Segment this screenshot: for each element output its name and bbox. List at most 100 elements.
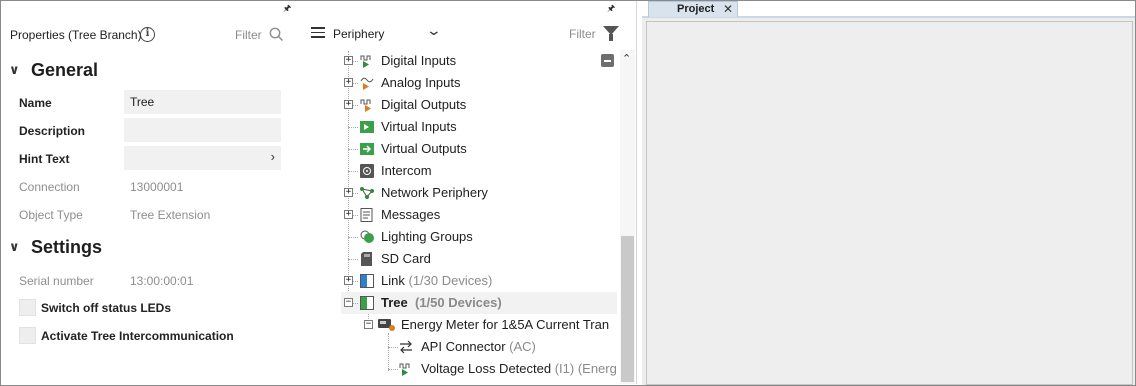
tree-item-label-group: Tree (1/50 Devices) bbox=[381, 295, 502, 310]
collapse-icon[interactable]: − bbox=[364, 320, 373, 329]
section-settings[interactable]: ∨ Settings bbox=[9, 237, 102, 258]
tree-item-label: Energy Meter for 1&5A Current Tran bbox=[401, 317, 610, 332]
expand-icon[interactable]: + bbox=[344, 276, 353, 285]
object-type-value: Tree Extension bbox=[130, 208, 211, 222]
tree-item-tree[interactable]: − Tree (1/50 Devices) bbox=[341, 292, 617, 314]
tree-item-label-group: API Connector (AC) bbox=[421, 339, 536, 354]
project-canvas[interactable] bbox=[646, 21, 1133, 385]
description-label: Description bbox=[19, 124, 86, 138]
device-count: (1/30 Devices) bbox=[408, 273, 493, 288]
serial-number-value: 13:00:00:01 bbox=[130, 274, 194, 288]
tab-project[interactable]: Project ✕ bbox=[648, 1, 738, 17]
tree-item-api-connector[interactable]: API Connector (AC) bbox=[381, 336, 617, 358]
tree-item-digital-inputs[interactable]: + Digital Inputs bbox=[341, 50, 617, 72]
analog-inputs-icon bbox=[360, 77, 374, 90]
virtual-outputs-icon bbox=[360, 143, 374, 155]
collapse-icon[interactable]: − bbox=[344, 298, 353, 307]
scroll-thumb[interactable] bbox=[621, 236, 634, 382]
connector-code: (AC) bbox=[509, 339, 536, 354]
tree-item-label: Lighting Groups bbox=[381, 229, 473, 244]
tree-connector bbox=[348, 171, 358, 172]
close-icon[interactable]: ✕ bbox=[723, 2, 733, 16]
chevron-down-icon[interactable]: ⌄ bbox=[426, 22, 442, 39]
tree-item-energy-meter[interactable]: − Energy Meter for 1&5A Current Tran bbox=[361, 314, 617, 336]
tree-item-analog-inputs[interactable]: + Analog Inputs bbox=[341, 72, 617, 94]
tree-item-intercom[interactable]: Intercom bbox=[341, 160, 617, 182]
hint-text-label: Hint Text bbox=[19, 152, 70, 166]
intercom-icon bbox=[360, 164, 374, 178]
periphery-dropdown[interactable]: Periphery bbox=[333, 27, 384, 41]
tree-item-virtual-outputs[interactable]: Virtual Outputs bbox=[341, 138, 617, 160]
tree-item-digital-outputs[interactable]: + Digital Outputs bbox=[341, 94, 617, 116]
periphery-filter-label[interactable]: Filter bbox=[569, 27, 596, 41]
name-field[interactable]: Tree bbox=[124, 90, 281, 114]
link-icon bbox=[360, 274, 374, 288]
tree-item-label: SD Card bbox=[381, 251, 431, 266]
activate-intercom-checkbox[interactable] bbox=[19, 327, 36, 344]
menu-icon[interactable] bbox=[311, 27, 325, 39]
serial-number-label: Serial number bbox=[19, 274, 94, 288]
tree-scrollbar[interactable]: ⌃ bbox=[620, 50, 635, 384]
virtual-inputs-icon bbox=[360, 121, 374, 133]
tree-item-label: Messages bbox=[381, 207, 441, 222]
switch-off-leds-label[interactable]: Switch off status LEDs bbox=[41, 301, 171, 315]
tree-item-messages[interactable]: + Messages bbox=[341, 204, 617, 226]
expand-icon[interactable]: + bbox=[344, 78, 353, 87]
tree-item-lighting-groups[interactable]: Lighting Groups bbox=[341, 226, 617, 248]
tree-item-label: Intercom bbox=[381, 163, 432, 178]
expand-icon[interactable]: + bbox=[344, 188, 353, 197]
properties-panel: 🖈 Properties (Tree Branch) i Filter ∨ Gen… bbox=[1, 1, 297, 384]
search-icon[interactable] bbox=[269, 27, 283, 41]
expand-icon[interactable]: + bbox=[344, 100, 353, 109]
connection-value: 13000001 bbox=[130, 180, 184, 194]
section-general-title: General bbox=[31, 60, 99, 80]
tree-item-label-group: Link (1/30 Devices) bbox=[381, 273, 492, 288]
tree-item-voltage-loss[interactable]: Voltage Loss Detected (I1) (Energ bbox=[381, 358, 617, 380]
pin-icon[interactable]: 🖈 bbox=[607, 1, 615, 17]
tree-connector bbox=[348, 237, 358, 238]
messages-icon bbox=[360, 208, 373, 222]
filter-icon[interactable] bbox=[603, 26, 619, 41]
section-general[interactable]: ∨ General bbox=[9, 60, 98, 81]
tree-connector bbox=[388, 347, 398, 348]
api-connector-icon bbox=[400, 340, 412, 354]
connection-label: Connection bbox=[19, 180, 80, 194]
periphery-panel: 🖈 Periphery ⌄ Filter + Digital Inputs + … bbox=[297, 1, 637, 384]
tree-item-label: Analog Inputs bbox=[381, 75, 461, 90]
info-icon[interactable]: i bbox=[140, 27, 155, 42]
tree-connector bbox=[348, 149, 358, 150]
digital-outputs-icon bbox=[360, 99, 371, 112]
energy-meter-icon bbox=[378, 319, 395, 331]
chevron-down-icon[interactable]: ∨ bbox=[9, 62, 23, 78]
expand-icon[interactable]: + bbox=[344, 56, 353, 65]
switch-off-leds-checkbox[interactable] bbox=[19, 299, 36, 316]
tree-connector bbox=[348, 259, 358, 260]
object-type-label: Object Type bbox=[19, 208, 83, 222]
tree-item-label: Link bbox=[381, 273, 405, 288]
tree-item-label: API Connector bbox=[421, 339, 506, 354]
tree-item-sd-card[interactable]: SD Card bbox=[341, 248, 617, 270]
tree-item-virtual-inputs[interactable]: Virtual Inputs bbox=[341, 116, 617, 138]
activate-intercom-label[interactable]: Activate Tree Intercommunication bbox=[41, 329, 234, 343]
scroll-up-icon[interactable]: ⌃ bbox=[622, 52, 631, 65]
tree-item-link[interactable]: + Link (1/30 Devices) bbox=[341, 270, 617, 292]
section-settings-title: Settings bbox=[31, 237, 103, 257]
tree-item-label: Digital Outputs bbox=[381, 97, 467, 112]
tree-connector bbox=[388, 369, 398, 370]
name-value: Tree bbox=[130, 95, 155, 109]
network-periphery-icon bbox=[360, 187, 374, 199]
tree-item-label-group: Voltage Loss Detected (I1) (Energ bbox=[421, 361, 617, 376]
tree-item-label: Tree bbox=[381, 295, 408, 310]
digital-inputs-icon bbox=[360, 55, 371, 68]
device-count: (1/50 Devices) bbox=[414, 295, 502, 310]
sd-card-icon bbox=[361, 252, 372, 266]
hint-text-field[interactable]: › bbox=[124, 146, 281, 170]
chevron-right-icon[interactable]: › bbox=[271, 149, 275, 164]
description-field[interactable] bbox=[124, 118, 281, 142]
chevron-down-icon[interactable]: ∨ bbox=[9, 239, 23, 255]
pin-icon[interactable]: 🖈 bbox=[283, 1, 291, 17]
properties-filter-label[interactable]: Filter bbox=[235, 28, 262, 42]
lighting-groups-icon bbox=[360, 230, 374, 243]
tree-item-network-periphery[interactable]: + Network Periphery bbox=[341, 182, 617, 204]
expand-icon[interactable]: + bbox=[344, 210, 353, 219]
